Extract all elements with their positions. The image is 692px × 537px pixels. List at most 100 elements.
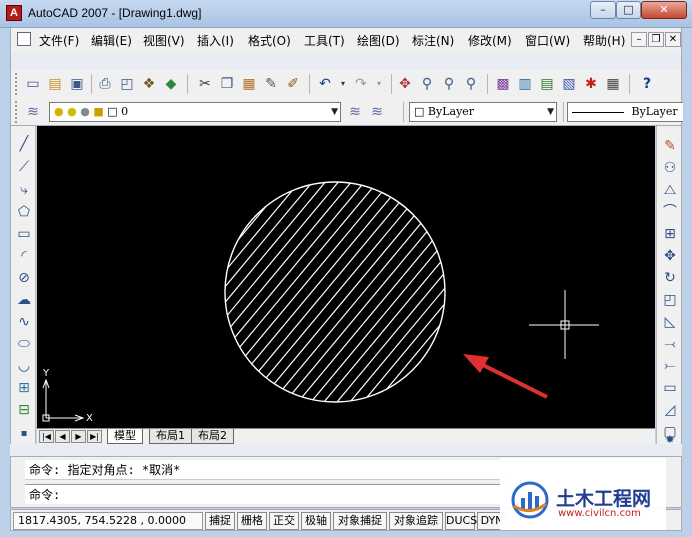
- tool-palettes-icon[interactable]: ▤: [537, 74, 557, 94]
- sheet-set-icon[interactable]: ▧: [559, 74, 579, 94]
- save-icon[interactable]: ▣: [67, 74, 87, 94]
- menu-draw[interactable]: 绘图(D): [357, 32, 400, 49]
- plot-3d-icon[interactable]: ◆: [161, 74, 181, 94]
- toolbar-grip[interactable]: [15, 101, 18, 123]
- redo-dropdown-icon[interactable]: ▾: [369, 74, 389, 94]
- menu-edit[interactable]: 编辑(E): [91, 32, 132, 49]
- menu-window[interactable]: 窗口(W): [525, 32, 570, 49]
- point-icon[interactable]: ▪: [14, 424, 34, 444]
- menu-dimension[interactable]: 标注(N): [412, 32, 454, 49]
- polar-toggle[interactable]: 极轴: [301, 512, 331, 530]
- tab-layout1[interactable]: 布局1: [149, 429, 192, 444]
- menu-insert[interactable]: 插入(I): [197, 32, 234, 49]
- osnap-toggle[interactable]: 对象捕捉: [333, 512, 387, 530]
- construction-line-icon[interactable]: ⟋: [14, 157, 34, 177]
- circle-icon[interactable]: ⊘: [14, 268, 34, 288]
- first-tab-button[interactable]: |◀: [39, 430, 54, 443]
- snap-toggle[interactable]: 捕捉: [205, 512, 235, 530]
- redo-icon[interactable]: ↷: [351, 74, 371, 94]
- ellipse-arc-icon[interactable]: ◡: [14, 356, 34, 376]
- stretch-icon[interactable]: ◺: [660, 312, 680, 332]
- menu-format[interactable]: 格式(O): [248, 32, 291, 49]
- arc-icon[interactable]: ◜: [14, 246, 34, 266]
- ortho-toggle[interactable]: 正交: [269, 512, 299, 530]
- linetype-combo[interactable]: ByLayer: [567, 102, 683, 122]
- undo-dropdown-icon[interactable]: ▾: [333, 74, 353, 94]
- layer-combo[interactable]: ● ● ● ■ □ 0 ▼: [49, 102, 341, 122]
- break-icon[interactable]: ▭: [660, 378, 680, 398]
- print-icon[interactable]: ⎙: [95, 74, 115, 94]
- color-combo[interactable]: □ ByLayer ▼: [409, 102, 557, 122]
- toolbar-grip[interactable]: [15, 73, 18, 95]
- maximize-button[interactable]: □: [616, 1, 641, 19]
- array-icon[interactable]: ⊞: [660, 224, 680, 244]
- revision-cloud-icon[interactable]: ☁: [14, 290, 34, 310]
- prev-tab-button[interactable]: ◀: [55, 430, 70, 443]
- menu-file[interactable]: 文件(F): [39, 32, 79, 49]
- tab-model[interactable]: 模型: [107, 429, 143, 444]
- paste-icon[interactable]: ▦: [239, 74, 259, 94]
- menu-help[interactable]: 帮助(H): [583, 32, 625, 49]
- coordinate-readout[interactable]: 1817.4305, 754.5228 , 0.0000: [13, 512, 203, 530]
- menu-tools[interactable]: 工具(T): [304, 32, 345, 49]
- pan-icon[interactable]: ✥: [395, 74, 415, 94]
- ducs-toggle[interactable]: DUCS: [445, 512, 477, 530]
- open-icon[interactable]: ▤: [45, 74, 65, 94]
- make-block-icon[interactable]: ⊟: [14, 400, 34, 420]
- close-button[interactable]: ✕: [641, 1, 687, 19]
- mirror-icon[interactable]: ⧍: [660, 180, 680, 200]
- rotate-icon[interactable]: ↻: [660, 268, 680, 288]
- zoom-realtime-icon[interactable]: ⚲: [417, 74, 437, 94]
- scale-icon[interactable]: ◰: [660, 290, 680, 310]
- properties-icon[interactable]: ▩: [493, 74, 513, 94]
- cut-icon[interactable]: ✂: [195, 74, 215, 94]
- design-center-icon[interactable]: ▥: [515, 74, 535, 94]
- layer-previous-icon[interactable]: ≋: [367, 102, 387, 122]
- grid-toggle[interactable]: 栅格: [237, 512, 267, 530]
- copy-object-icon[interactable]: ⚇: [660, 158, 680, 178]
- markup-icon[interactable]: ✱: [581, 74, 601, 94]
- help-icon[interactable]: ?: [637, 74, 657, 94]
- ellipse-icon[interactable]: ⬭: [14, 334, 34, 354]
- command-input[interactable]: 命令:: [25, 484, 507, 504]
- drawing-canvas[interactable]: Y X: [37, 126, 655, 428]
- extend-icon[interactable]: ⤚: [660, 356, 680, 376]
- copy-icon[interactable]: ❐: [217, 74, 237, 94]
- new-icon[interactable]: ▭: [23, 74, 43, 94]
- autocad-app-icon[interactable]: A: [6, 5, 22, 21]
- menu-view[interactable]: 视图(V): [143, 32, 185, 49]
- next-tab-button[interactable]: ▶: [71, 430, 86, 443]
- trim-icon[interactable]: ⤙: [660, 334, 680, 354]
- block-editor-icon[interactable]: ✐: [283, 74, 303, 94]
- polygon-icon[interactable]: ⬠: [14, 202, 34, 222]
- hatched-circle[interactable]: [224, 181, 446, 403]
- zoom-previous-icon[interactable]: ⚲: [461, 74, 481, 94]
- spline-icon[interactable]: ∿: [14, 312, 34, 332]
- erase-icon[interactable]: ✎: [660, 136, 680, 156]
- insert-block-icon[interactable]: ⊞: [14, 378, 34, 398]
- line-icon[interactable]: ╱: [14, 134, 34, 154]
- last-tab-button[interactable]: ▶|: [87, 430, 102, 443]
- move-icon[interactable]: ✥: [660, 246, 680, 266]
- polyline-icon[interactable]: ⤷: [14, 180, 34, 200]
- document-icon[interactable]: [17, 32, 31, 46]
- doc-restore-button[interactable]: ❐: [648, 32, 664, 47]
- menu-modify[interactable]: 修改(M): [468, 32, 512, 49]
- rectangle-icon[interactable]: ▭: [14, 224, 34, 244]
- offset-icon[interactable]: ⌒: [660, 202, 680, 222]
- doc-minimize-button[interactable]: –: [631, 32, 647, 47]
- undo-icon[interactable]: ↶: [315, 74, 335, 94]
- calculator-icon[interactable]: ▦: [603, 74, 623, 94]
- join-icon[interactable]: ◿: [660, 400, 680, 420]
- doc-close-button[interactable]: ✕: [665, 32, 681, 47]
- zoom-window-icon[interactable]: ⚲: [439, 74, 459, 94]
- match-prop-icon[interactable]: ✎: [261, 74, 281, 94]
- layer-manager-icon[interactable]: ≋: [23, 102, 43, 122]
- publish-icon[interactable]: ❖: [139, 74, 159, 94]
- preview-icon[interactable]: ◰: [117, 74, 137, 94]
- tab-layout2[interactable]: 布局2: [191, 429, 234, 444]
- minimize-button[interactable]: –: [590, 1, 616, 19]
- make-current-layer-icon[interactable]: ≋: [345, 102, 365, 122]
- hatch-line: [251, 182, 445, 402]
- otrack-toggle[interactable]: 对象追踪: [389, 512, 443, 530]
